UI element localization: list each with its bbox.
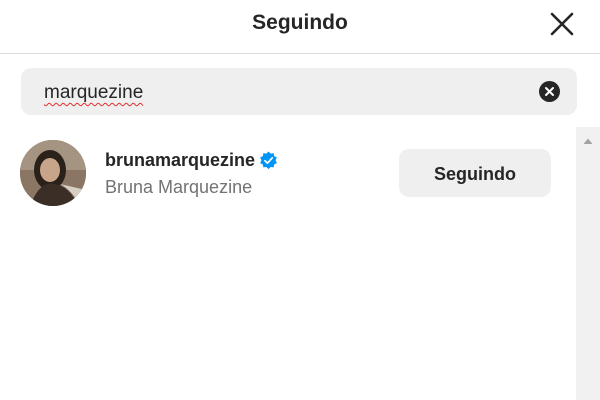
close-button[interactable] xyxy=(548,10,576,38)
following-dialog: Seguindo marquezine brunamarquezine Brun… xyxy=(0,0,600,400)
close-icon xyxy=(550,12,574,36)
username[interactable]: brunamarquezine xyxy=(105,150,255,170)
scrollbar[interactable] xyxy=(576,127,600,400)
scroll-up-button[interactable] xyxy=(576,127,600,155)
list-item[interactable]: brunamarquezine Bruna Marquezine Seguind… xyxy=(0,127,576,219)
search-input[interactable]: marquezine xyxy=(44,68,143,115)
following-button[interactable]: Seguindo xyxy=(399,149,551,197)
results-list: brunamarquezine Bruna Marquezine Seguind… xyxy=(0,127,576,400)
username-line: brunamarquezine xyxy=(105,147,278,173)
verified-badge-icon xyxy=(260,150,277,169)
search-field[interactable]: marquezine xyxy=(21,68,577,115)
profile-photo xyxy=(20,140,86,206)
dialog-header: Seguindo xyxy=(0,0,600,54)
clear-search-button[interactable] xyxy=(539,81,560,102)
dialog-title: Seguindo xyxy=(252,11,348,34)
full-name: Bruna Marquezine xyxy=(105,177,253,197)
clear-circle-icon xyxy=(539,81,560,102)
avatar[interactable] xyxy=(20,140,86,206)
scroll-up-arrow-icon xyxy=(583,138,593,144)
